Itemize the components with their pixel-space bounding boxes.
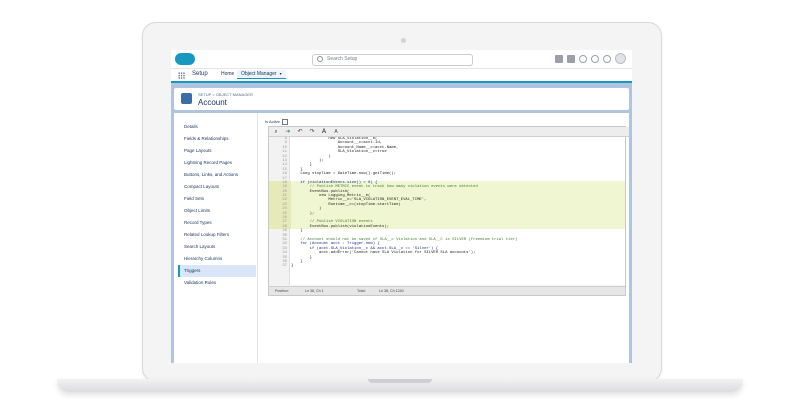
chevron-down-icon[interactable]: ▾ bbox=[280, 71, 282, 76]
code-text: } bbox=[291, 264, 294, 269]
position-value: Ln 36, Ch 1 bbox=[305, 289, 324, 293]
sidebar-item-lightning-record-pages[interactable]: Lightning Record Pages bbox=[178, 157, 256, 169]
code-text: Long stopTime = DateTime.now().getTime()… bbox=[291, 172, 397, 177]
laptop-notch bbox=[368, 379, 432, 383]
bell-icon[interactable] bbox=[603, 54, 611, 63]
object-manager-body: Details Fields & Relationships Page Layout… bbox=[174, 113, 629, 363]
code-text: } bbox=[291, 255, 313, 260]
sidebar-item-validation-rules[interactable]: Validation Rules bbox=[178, 277, 256, 289]
sidebar-item-object-limits[interactable]: Object Limits bbox=[178, 205, 256, 217]
redo-icon[interactable]: ↷ bbox=[309, 128, 315, 136]
search-placeholder: Search Setup bbox=[327, 56, 358, 62]
favorites-icon[interactable] bbox=[555, 54, 563, 63]
code-text: ) bbox=[291, 207, 322, 212]
editor-status-bar: Position: Ln 36, Ch 1 Total: Ln 38, Ch 1… bbox=[269, 286, 625, 295]
code-text: Metric__c='SLA_VIOLATION_EVENT_EVAL_TIME… bbox=[291, 198, 427, 203]
tab-object-manager-label: Object Manager bbox=[241, 71, 277, 77]
undo-icon[interactable]: ↶ bbox=[297, 128, 303, 136]
code-text: // Publish VIOLATION events bbox=[291, 220, 373, 225]
code-text: ); bbox=[291, 211, 315, 216]
sidebar-item-compact-layouts[interactable]: Compact Layouts bbox=[178, 181, 256, 193]
code-text: Account__c=acct.Id, bbox=[291, 141, 383, 146]
gear-icon[interactable] bbox=[591, 54, 599, 63]
sidebar-item-page-layouts[interactable]: Page Layouts bbox=[178, 145, 256, 157]
sidebar-item-fields-relationships[interactable]: Fields & Relationships bbox=[178, 133, 256, 145]
code-text: } bbox=[291, 163, 313, 168]
sidebar-item-field-sets[interactable]: Field Sets bbox=[178, 193, 256, 205]
tab-object-manager[interactable]: Object Manager ▾ bbox=[237, 70, 286, 79]
sidebar-item-buttons-links-and-actions[interactable]: Buttons, Links, and Actions bbox=[178, 169, 256, 181]
object-header: SETUP > OBJECT MANAGER Account bbox=[174, 88, 629, 110]
code-text: } bbox=[291, 229, 303, 234]
code-text: SLA_Violation__c=true bbox=[291, 150, 387, 155]
global-header: Search Setup bbox=[171, 50, 632, 69]
position-label: Position: bbox=[275, 289, 289, 293]
app-launcher-icon[interactable] bbox=[178, 72, 185, 79]
arrow-right-icon[interactable]: ➜ bbox=[285, 128, 291, 136]
header-utility-icons bbox=[555, 53, 626, 64]
font-larger-icon[interactable]: A bbox=[321, 128, 327, 136]
search-icon[interactable]: ⌕ bbox=[273, 128, 279, 136]
code-area[interactable]: 8 new SLA_Violation__e(9 Account__c=acct… bbox=[269, 137, 625, 285]
total-label: Total: bbox=[357, 289, 366, 293]
webcam bbox=[401, 38, 406, 43]
search-icon bbox=[317, 56, 323, 62]
breadcrumb[interactable]: SETUP > OBJECT MANAGER bbox=[198, 92, 253, 97]
code-text: ) bbox=[291, 154, 331, 159]
app-navigation: Setup Home Object Manager ▾ bbox=[171, 69, 632, 83]
trigger-detail: Is Active ⌕ ➜ ↶ ↷ A A 8 new SLA_Violatio… bbox=[262, 113, 629, 363]
sidebar-item-record-types[interactable]: Record Types bbox=[178, 217, 256, 229]
code-text: acct.addError('Cannot have SLA Violation… bbox=[291, 251, 476, 256]
app-name: Setup bbox=[192, 71, 208, 77]
sidebar-item-search-layouts[interactable]: Search Layouts bbox=[178, 241, 256, 253]
sidebar-divider bbox=[257, 113, 258, 363]
editor-toolbar: ⌕ ➜ ↶ ↷ A A bbox=[269, 127, 629, 137]
code-line: 37} bbox=[269, 264, 625, 268]
page-title: Account bbox=[198, 98, 227, 107]
line-number: 37 bbox=[282, 264, 287, 269]
search-setup-input[interactable]: Search Setup bbox=[312, 54, 473, 66]
is-active-field: Is Active bbox=[265, 119, 288, 125]
help-icon[interactable] bbox=[579, 54, 587, 63]
sidebar-item-hierarchy-columns[interactable]: Hierarchy Columns bbox=[178, 253, 256, 265]
sidebar-item-details[interactable]: Details bbox=[178, 121, 256, 133]
salesforce-logo[interactable] bbox=[175, 53, 195, 65]
code-text: // Publish METRIC event to track how man… bbox=[291, 185, 478, 190]
is-active-checkbox[interactable] bbox=[281, 119, 288, 125]
laptop-screen: Search Setup Setup Home Object Manager ▾ … bbox=[171, 50, 632, 363]
total-value: Ln 38, Ch 1240 bbox=[379, 289, 404, 293]
is-active-label: Is Active bbox=[265, 119, 280, 125]
add-icon[interactable] bbox=[567, 54, 575, 63]
code-text: for (Account acct : Trigger.new) { bbox=[291, 242, 380, 247]
code-text: EventBus.publish(violationEvents); bbox=[291, 224, 390, 229]
sidebar-item-triggers[interactable]: Triggers bbox=[178, 265, 256, 277]
sidebar: Details Fields & Relationships Page Layout… bbox=[178, 121, 256, 289]
tab-home[interactable]: Home bbox=[217, 70, 238, 78]
tab-home-label: Home bbox=[221, 71, 235, 77]
code-editor: ⌕ ➜ ↶ ↷ A A 8 new SLA_Violation__e(9 Acc… bbox=[268, 126, 629, 296]
font-smaller-icon[interactable]: A bbox=[333, 128, 339, 136]
object-icon bbox=[181, 93, 192, 104]
avatar[interactable] bbox=[615, 53, 626, 64]
sidebar-item-related-lookup-filters[interactable]: Related Lookup Filters bbox=[178, 229, 256, 241]
